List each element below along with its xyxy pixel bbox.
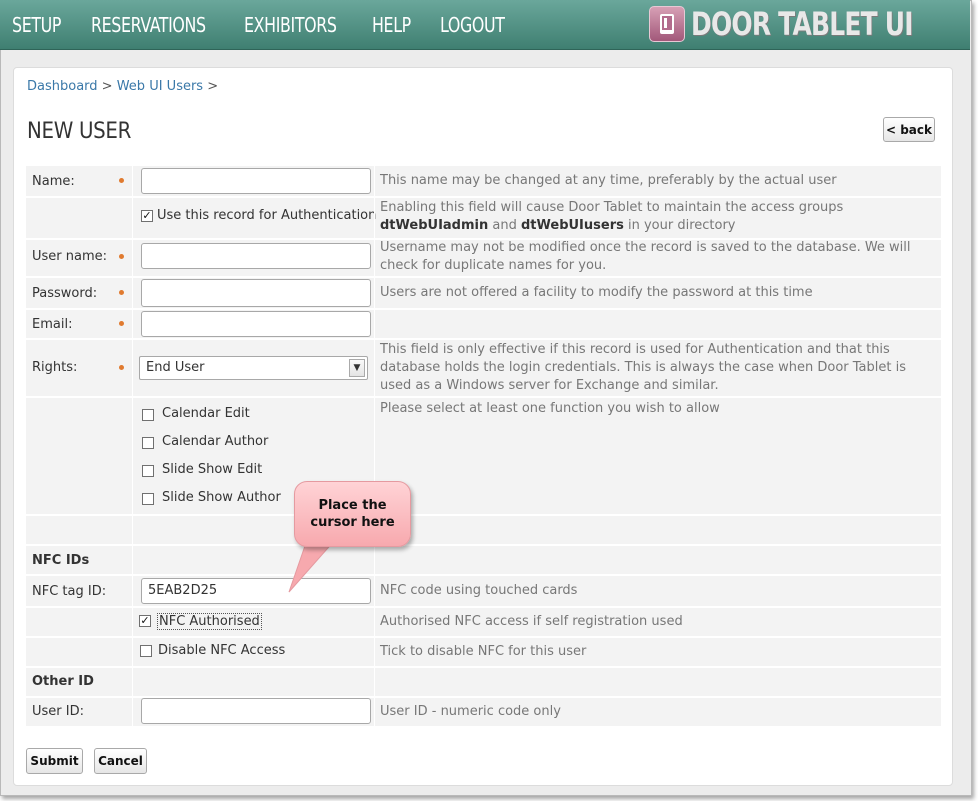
user-id-input[interactable] xyxy=(141,698,371,724)
username-label: User name: xyxy=(32,249,108,264)
other-id-section-heading: Other ID xyxy=(32,674,94,689)
authentication-help-text: and xyxy=(488,218,521,233)
page-title: NEW USER xyxy=(27,119,132,144)
nfc-authorised-help: Authorised NFC access if self registrati… xyxy=(380,614,683,629)
name-help: This name may be changed at any time, pr… xyxy=(380,173,837,188)
submit-button[interactable]: Submit xyxy=(26,748,83,774)
calendar-author-label: Calendar Author xyxy=(162,434,269,449)
form-row-nfc-tag: NFC tag ID: 5EAB2D25 NFC code using touc… xyxy=(26,576,941,606)
slide-show-edit-checkbox[interactable] xyxy=(142,465,154,477)
email-label: Email: xyxy=(32,317,73,332)
breadcrumb-dashboard[interactable]: Dashboard xyxy=(27,79,98,94)
group-admin: dtWebUIadmin xyxy=(380,218,489,233)
callout-line-2: cursor here xyxy=(310,515,395,530)
form-row-functions: Calendar Edit Calendar Author Slide Show… xyxy=(26,398,941,514)
user-id-help: User ID - numeric code only xyxy=(380,704,561,719)
nfc-tag-help: NFC code using touched cards xyxy=(380,583,578,598)
calendar-edit-checkbox[interactable] xyxy=(142,409,154,421)
callout-pointer xyxy=(288,540,336,593)
column-divider xyxy=(374,166,375,726)
slide-show-author-label: Slide Show Author xyxy=(162,490,281,505)
cancel-button[interactable]: Cancel xyxy=(94,748,147,774)
brand-name: DOOR TABLET UI xyxy=(691,5,914,43)
form-row-email: Email: xyxy=(26,310,941,338)
password-label: Password: xyxy=(32,286,98,301)
name-label: Name: xyxy=(32,174,75,189)
required-indicator xyxy=(119,290,124,295)
nfc-tag-label: NFC tag ID: xyxy=(32,584,107,599)
calendar-edit-label: Calendar Edit xyxy=(162,406,250,421)
required-indicator xyxy=(119,178,124,183)
nav-setup[interactable]: SETUP xyxy=(12,13,61,37)
back-button[interactable]: < back xyxy=(883,117,935,142)
nfc-authorised-checkbox[interactable]: ✓ xyxy=(139,615,151,627)
breadcrumb-separator: > xyxy=(101,79,113,94)
nav-exhibitors[interactable]: EXHIBITORS xyxy=(244,13,337,37)
user-id-label: User ID: xyxy=(32,704,84,719)
disable-nfc-help: Tick to disable NFC for this user xyxy=(380,644,587,659)
brand: DOOR TABLET UI xyxy=(649,5,956,43)
breadcrumb-separator: > xyxy=(207,79,219,94)
group-users: dtWebUIusers xyxy=(520,218,624,233)
rights-selected-value: End User xyxy=(146,360,205,375)
required-indicator xyxy=(119,365,124,370)
chevron-down-icon[interactable]: ▼ xyxy=(349,359,365,377)
form-row-rights: Rights: End User ▼ This field is only ef… xyxy=(26,340,941,396)
breadcrumb: Dashboard > Web UI Users > xyxy=(27,79,218,94)
calendar-author-checkbox[interactable] xyxy=(142,437,154,449)
slide-show-author-checkbox[interactable] xyxy=(142,493,154,505)
nfc-authorised-label: NFC Authorised xyxy=(157,613,262,630)
form-row-name: Name: This name may be changed at any ti… xyxy=(26,166,941,196)
main-menu: SETUP RESERVATIONS EXHIBITORS HELP LOGOU… xyxy=(12,0,536,49)
form-row-password: Password: Users are not offered a facili… xyxy=(26,278,941,308)
email-input[interactable] xyxy=(141,311,371,337)
nfc-section-heading: NFC IDs xyxy=(32,553,90,568)
callout-bubble: Place the cursor here xyxy=(294,481,411,547)
callout-line-1: Place the xyxy=(318,498,387,513)
username-help: Username may not be modified once the re… xyxy=(380,240,911,273)
form-row-user-id: User ID: User ID - numeric code only xyxy=(26,698,941,726)
form-row-nfc-authorised: ✓ NFC Authorised Authorised NFC access i… xyxy=(26,608,941,636)
top-navigation-bar: SETUP RESERVATIONS EXHIBITORS HELP LOGOU… xyxy=(0,0,970,50)
door-tablet-logo-icon xyxy=(649,6,685,42)
form-section-other-id: Other ID xyxy=(26,668,941,696)
column-divider xyxy=(132,166,133,726)
authentication-help-text: in your directory xyxy=(623,218,736,233)
nav-reservations[interactable]: RESERVATIONS xyxy=(91,13,206,37)
required-indicator xyxy=(119,321,124,326)
name-input[interactable] xyxy=(141,168,371,194)
rights-select[interactable]: End User ▼ xyxy=(139,356,368,380)
nav-help[interactable]: HELP xyxy=(372,13,411,37)
required-indicator xyxy=(119,254,124,259)
slide-show-edit-label: Slide Show Edit xyxy=(162,462,263,477)
form-row-spacer xyxy=(26,516,941,544)
username-input[interactable] xyxy=(141,243,371,269)
disable-nfc-checkbox[interactable] xyxy=(140,645,152,657)
password-input[interactable] xyxy=(141,279,371,307)
authentication-help: Enabling this field will cause Door Tabl… xyxy=(380,199,940,235)
rights-help: This field is only effective if this rec… xyxy=(380,342,906,393)
password-help: Users are not offered a facility to modi… xyxy=(380,285,813,300)
authentication-checkbox[interactable]: ✓ xyxy=(141,210,153,222)
authentication-help-text: Enabling this field will cause Door Tabl… xyxy=(380,200,844,215)
breadcrumb-web-ui-users[interactable]: Web UI Users xyxy=(117,79,203,94)
functions-help: Please select at least one function you … xyxy=(380,401,720,416)
authentication-label: Use this record for Authentication xyxy=(157,208,377,223)
form-row-username: User name: Username may not be modified … xyxy=(26,240,941,276)
form-row-authentication: ✓ Use this record for Authentication Ena… xyxy=(26,198,941,238)
disable-nfc-label: Disable NFC Access xyxy=(158,643,286,658)
rights-label: Rights: xyxy=(32,360,78,375)
nav-logout[interactable]: LOGOUT xyxy=(440,13,505,37)
form-row-nfc-disable: Disable NFC Access Tick to disable NFC f… xyxy=(26,638,941,666)
form-section-nfc: NFC IDs xyxy=(26,546,941,574)
